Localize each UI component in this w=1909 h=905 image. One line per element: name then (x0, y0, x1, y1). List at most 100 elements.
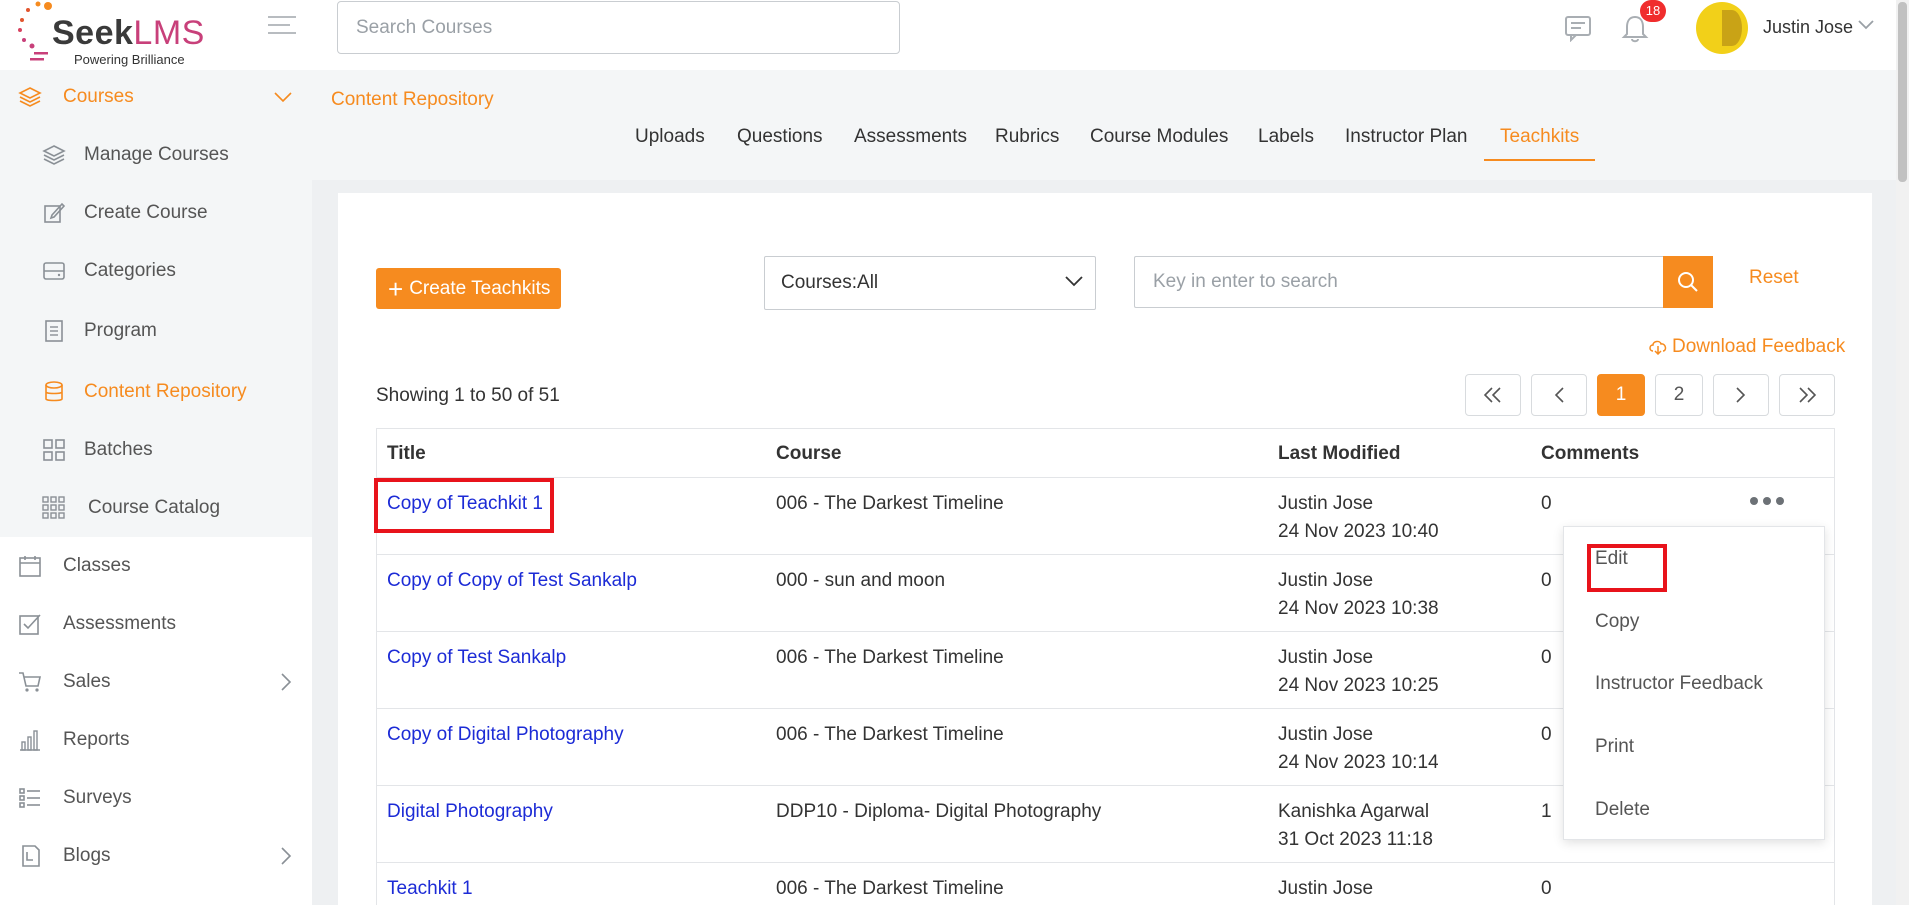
sidebar-item-label: Manage Courses (84, 144, 229, 165)
chat-icon[interactable] (1563, 14, 1593, 42)
sidebar-item-courses[interactable]: Courses (0, 74, 312, 120)
column-header-comments[interactable]: Comments (1541, 443, 1639, 465)
first-page-button[interactable] (1465, 374, 1521, 416)
sidebar-item-course-catalog[interactable]: Course Catalog (0, 485, 312, 531)
row-divider (377, 862, 1834, 863)
create-teachkits-button[interactable]: + Create Teachkits (376, 268, 561, 309)
tab-labels[interactable]: Labels (1258, 126, 1314, 148)
sidebar-item-label: Course Catalog (88, 497, 221, 518)
modified-by-cell: Justin Jose (1278, 647, 1374, 668)
sidebar-item-program[interactable]: Program (0, 308, 312, 354)
sidebar-item-manage-courses[interactable]: Manage Courses (0, 132, 312, 178)
chevron-right-icon[interactable] (280, 847, 292, 865)
more-options-icon[interactable] (1750, 497, 1784, 505)
previous-page-button[interactable] (1531, 374, 1587, 416)
comments-cell: 0 (1541, 724, 1552, 745)
sidebar-item-label: Content Repository (84, 381, 247, 402)
tab-teachkits[interactable]: Teachkits (1500, 126, 1579, 148)
chevron-down-icon[interactable] (1858, 20, 1874, 30)
menu-item-copy[interactable]: Copy (1595, 611, 1639, 633)
user-name[interactable]: Justin Jose (1763, 17, 1853, 38)
teachkit-search-input[interactable] (1134, 256, 1664, 308)
search-button[interactable] (1663, 256, 1713, 308)
search-icon (1678, 272, 1698, 292)
course-cell: 006 - The Darkest Timeline (776, 493, 1004, 514)
page-scrollbar[interactable] (1896, 0, 1909, 905)
column-header-course[interactable]: Course (776, 443, 841, 465)
breadcrumb[interactable]: Content Repository (331, 89, 494, 111)
reset-link[interactable]: Reset (1749, 267, 1799, 289)
menu-item-instructor-feedback[interactable]: Instructor Feedback (1595, 673, 1763, 695)
cloud-download-icon (1649, 340, 1667, 355)
modified-date-cell: 24 Nov 2023 10:25 (1278, 675, 1439, 696)
row-divider (377, 477, 1834, 478)
teachkit-title-link[interactable]: Digital Photography (387, 801, 553, 823)
top-header: SeekLMS Powering Brilliance 18 Justin Jo… (0, 0, 1909, 70)
active-tab-indicator (1484, 159, 1595, 161)
sidebar-item-reports[interactable]: Reports (0, 717, 312, 763)
column-header-last-modified[interactable]: Last Modified (1278, 443, 1400, 465)
scrollbar-thumb[interactable] (1898, 2, 1907, 182)
sidebar-item-label: Assessments (63, 613, 176, 634)
last-page-button[interactable] (1779, 374, 1835, 416)
brand-tagline: Powering Brilliance (74, 52, 185, 67)
sidebar-item-surveys[interactable]: Surveys (0, 775, 312, 821)
showing-count: Showing 1 to 50 of 51 (376, 385, 560, 406)
modified-date-cell: 24 Nov 2023 10:40 (1278, 521, 1439, 542)
content-header (312, 70, 1909, 180)
modified-by-cell: Justin Jose (1278, 570, 1374, 591)
search-courses-input[interactable] (337, 1, 900, 54)
chevron-right-icon[interactable] (280, 673, 292, 691)
blog-icon (22, 845, 40, 867)
grid-icon (43, 439, 65, 461)
download-feedback-link[interactable]: Download Feedback (1648, 336, 1845, 358)
sidebar-item-assessments[interactable]: Assessments (0, 601, 312, 647)
course-cell: 006 - The Darkest Timeline (776, 878, 1004, 899)
drawer-icon (43, 262, 65, 280)
modified-date-cell: 24 Nov 2023 10:14 (1278, 752, 1439, 773)
tab-assessments[interactable]: Assessments (854, 126, 967, 148)
seeklms-logo[interactable]: SeekLMS Powering Brilliance (18, 0, 218, 70)
comments-cell: 0 (1541, 570, 1552, 591)
avatar[interactable] (1696, 2, 1748, 54)
modified-date-cell: 31 Oct 2023 11:18 (1278, 829, 1433, 850)
menu-toggle-icon[interactable] (268, 16, 296, 38)
tab-questions[interactable]: Questions (737, 126, 823, 148)
plus-icon: + (388, 273, 404, 304)
course-filter-select[interactable]: Courses:All (764, 256, 1096, 310)
page-2-button[interactable]: 2 (1655, 374, 1703, 416)
sidebar-item-batches[interactable]: Batches (0, 427, 312, 473)
sidebar-item-sales[interactable]: Sales (0, 659, 312, 705)
sidebar-item-classes[interactable]: Classes (0, 543, 312, 589)
database-icon (45, 381, 63, 402)
calendar-icon (19, 556, 41, 577)
sidebar-item-create-course[interactable]: Create Course (0, 190, 312, 236)
highlight-title-box (374, 478, 554, 533)
tab-uploads[interactable]: Uploads (635, 126, 705, 148)
menu-item-print[interactable]: Print (1595, 736, 1634, 758)
list-icon (19, 788, 40, 808)
teachkit-title-link[interactable]: Copy of Copy of Test Sankalp (387, 570, 637, 592)
tab-instructor-plan[interactable]: Instructor Plan (1345, 126, 1468, 148)
comments-cell: 0 (1541, 493, 1552, 514)
grid-9-icon (42, 496, 65, 519)
next-page-button[interactable] (1713, 374, 1769, 416)
comments-cell: 0 (1541, 647, 1552, 668)
sidebar-item-label: Surveys (63, 787, 132, 808)
sidebar-item-blogs[interactable]: Blogs (0, 833, 312, 879)
modified-by-cell: Justin Jose (1278, 878, 1374, 899)
teachkit-title-link[interactable]: Copy of Digital Photography (387, 724, 624, 746)
menu-item-delete[interactable]: Delete (1595, 799, 1650, 821)
tab-rubrics[interactable]: Rubrics (995, 126, 1059, 148)
modified-date-cell: 24 Nov 2023 10:38 (1278, 598, 1439, 619)
comments-cell: 1 (1541, 801, 1552, 822)
sidebar-item-content-repository[interactable]: Content Repository (0, 369, 312, 415)
column-header-title[interactable]: Title (387, 443, 426, 465)
page-1-button[interactable]: 1 (1597, 374, 1645, 416)
chevron-down-icon[interactable] (274, 91, 292, 103)
tab-course-modules[interactable]: Course Modules (1090, 126, 1228, 148)
double-chevron-left-icon (1483, 387, 1501, 403)
teachkit-title-link[interactable]: Teachkit 1 (387, 878, 473, 900)
teachkit-title-link[interactable]: Copy of Test Sankalp (387, 647, 566, 669)
sidebar-item-categories[interactable]: Categories (0, 248, 312, 294)
